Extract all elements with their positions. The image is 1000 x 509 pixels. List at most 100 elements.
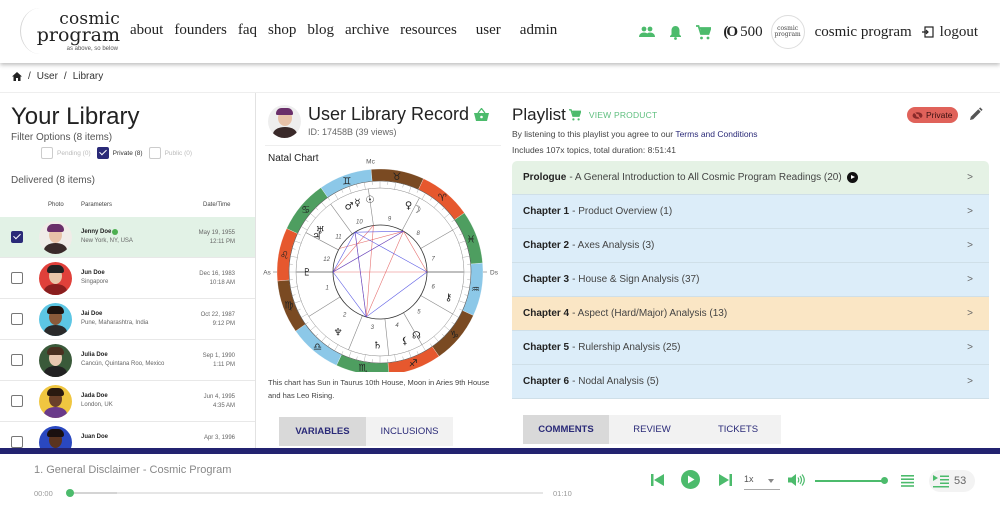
chapter-item[interactable]: Chapter 2 - Axes Analysis (3) > [512,229,989,263]
row-datetime: Jun 4, 1995 4:35 AM [203,394,235,409]
playlist-icon[interactable] [901,475,914,487]
row-datetime: Sep 1, 1990 1:11 PM [202,353,235,368]
zodiac-sign-glyph: ♋ [301,205,310,216]
next-icon[interactable] [718,473,732,487]
table-row[interactable]: Jun Doe Singapore Dec 16, 1983 10:18 AM [0,258,255,299]
row-checkbox[interactable] [11,231,23,243]
progress-slider[interactable] [66,489,543,497]
terms-text: By listening to this playlist you agree … [512,129,758,139]
nav-archive[interactable]: archive [345,22,389,39]
row-checkbox[interactable] [11,354,23,366]
library-panel: Your Library Filter Options (8 items) Pe… [0,93,256,453]
row-checkbox[interactable] [11,436,23,448]
breadcrumb-user[interactable]: User [37,71,58,82]
nav-admin[interactable]: admin [520,22,558,39]
chapter-item[interactable]: Chapter 6 - Nodal Analysis (5) > [512,365,989,399]
nav-shop[interactable]: shop [268,22,296,39]
username[interactable]: cosmic program [815,24,912,41]
credits-amount: 500 [740,23,763,40]
users-icon[interactable] [639,24,656,40]
delivered-count: Delivered (8 items) [11,175,95,186]
row-datetime: Dec 16, 1983 10:18 AM [199,271,235,286]
table-row[interactable]: Jada Doe London, UK Jun 4, 1995 4:35 AM [0,381,255,422]
volume-knob[interactable] [881,477,888,484]
house-number: 12 [323,257,330,263]
playback-speed-value: 1x [744,474,754,484]
table-row[interactable]: Jai Doe Pune, Maharashtra, India Oct 22, 1… [0,299,255,340]
volume-slider[interactable] [815,480,885,482]
tab-inclusions[interactable]: INCLUSIONS [366,417,453,446]
tab-tickets[interactable]: TICKETS [695,415,781,444]
playlist-summary: Includes 107x topics, total duration: 8:… [512,145,676,155]
chapter-item[interactable]: Chapter 3 - House & Sign Analysis (37) > [512,263,989,297]
row-location: London, UK [81,402,113,408]
logo[interactable]: cosmic program as above, so below [20,8,120,54]
breadcrumb-separator: / [28,71,31,82]
terms-prefix: By listening to this playlist you agree … [512,129,676,139]
chapter-label: Chapter 3 [523,274,570,285]
logout-icon [921,26,934,38]
zodiac-sign-glyph: ♒ [471,284,480,295]
chapter-item[interactable]: Chapter 5 - Rulership Analysis (25) > [512,331,989,365]
volume-icon[interactable] [788,473,806,487]
bell-icon[interactable] [667,24,683,40]
basket-icon[interactable] [474,108,490,121]
record-tabs: VARIABLES INCLUSIONS [279,417,453,446]
table-row[interactable]: Jenny Doe New York, NY, USA May 19, 1955 12… [0,217,255,258]
breadcrumb-library[interactable]: Library [73,71,104,82]
tab-comments[interactable]: COMMENTS [523,415,609,444]
chapter-list: Prologue - A General Introduction to All… [512,161,989,399]
credits-balance[interactable]: (O 500 [723,24,762,41]
filter-pending-checkbox[interactable] [41,147,53,159]
filter-private-checkbox[interactable] [96,147,109,159]
previous-icon[interactable] [651,473,665,487]
table-row[interactable]: Julia Doe Cancún, Quintana Roo, Mexico Sep… [0,340,255,381]
terms-link[interactable]: Terms and Conditions [675,129,757,139]
progress-buffered [70,492,118,494]
filter-public-checkbox[interactable] [148,147,161,159]
home-icon[interactable] [12,72,22,81]
nav-faq[interactable]: faq [238,22,257,39]
logout-button[interactable]: logout [921,23,978,41]
private-badge[interactable]: Private [907,107,959,123]
chevron-right-icon: > [967,376,973,387]
row-location: Cancún, Quintana Roo, Mexico [81,361,165,367]
nav-user[interactable]: user [476,22,501,39]
library-table: Jenny Doe New York, NY, USA May 19, 1955 12… [0,217,255,453]
cart-icon[interactable] [695,24,711,40]
chapter-item[interactable]: Chapter 1 - Product Overview (1) > [512,195,989,229]
playback-speed-select[interactable]: 1x [744,474,780,490]
play-circle-icon[interactable] [846,172,858,183]
queue-count: 53 [954,475,967,487]
planet-moon-glyph: ☽ [412,204,421,215]
planet-lilith-glyph: ⚸ [401,336,408,347]
chapter-label: Chapter 6 [523,376,570,387]
nav-about[interactable]: about [130,22,163,39]
nav-blog[interactable]: blog [307,22,334,39]
pencil-icon[interactable] [969,107,983,121]
tab-variables[interactable]: VARIABLES [279,417,366,446]
column-parameters: Parameters [81,202,113,208]
row-checkbox[interactable] [11,313,23,325]
progress-knob[interactable] [66,489,74,497]
user-avatar[interactable]: cosmic program [770,15,805,49]
row-checkbox[interactable] [11,395,23,407]
chapter-item[interactable]: Chapter 4 - Aspect (Hard/Major) Analysis… [512,297,989,331]
logout-label: logout [939,23,978,40]
logo-line2: program [36,24,120,46]
tab-review[interactable]: REVIEW [609,415,695,444]
queue-button[interactable]: 53 [929,470,975,492]
planet-saturn-glyph: ♄ [373,340,382,351]
nav-founders[interactable]: founders [174,22,227,39]
cart-icon[interactable] [568,109,581,121]
row-name: Jai Doe [81,311,103,317]
play-icon[interactable] [681,470,700,489]
chapter-item[interactable]: Prologue - A General Introduction to All… [512,161,989,195]
view-product-link[interactable]: VIEW PRODUCT [589,110,658,120]
zodiac-sign-glyph: ♍ [284,301,293,312]
nav-resources[interactable]: resources [400,22,457,39]
playlist-tabs: COMMENTS REVIEW TICKETS [523,415,781,444]
column-datetime: Date/Time [203,202,231,208]
row-checkbox[interactable] [11,272,23,284]
credits-icon: (O [723,23,738,40]
